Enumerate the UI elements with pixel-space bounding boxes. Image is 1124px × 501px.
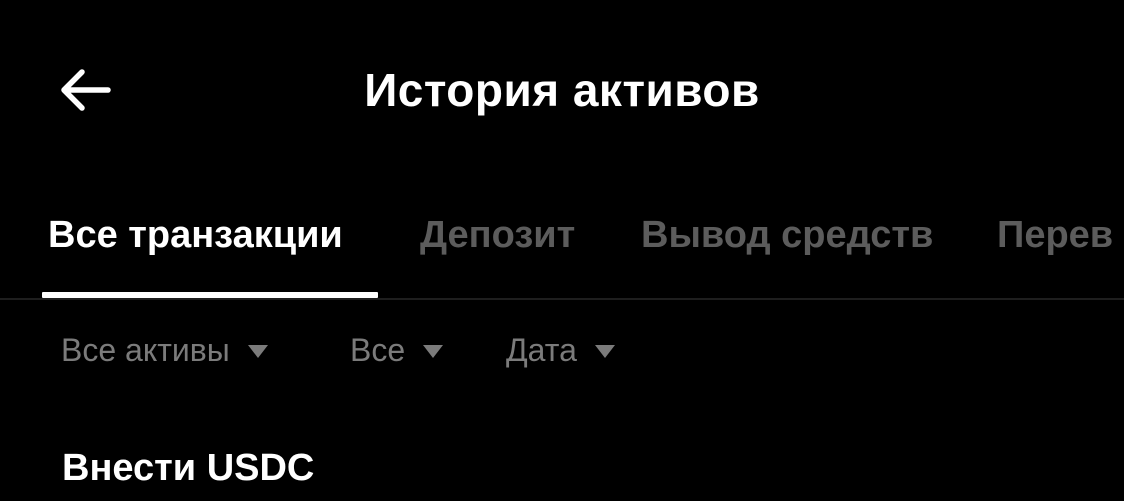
filter-all-assets[interactable]: Все активы xyxy=(61,326,268,374)
caret-down-icon xyxy=(594,344,615,358)
filter-bar: Все активы Все Дата xyxy=(0,326,1124,376)
filter-date-label: Дата xyxy=(506,331,577,368)
divider xyxy=(0,298,1124,300)
tab-withdrawal[interactable]: Вывод средств xyxy=(641,212,933,258)
tab-all-transactions[interactable]: Все транзакции xyxy=(48,212,343,258)
filter-all-types-label: Все xyxy=(350,331,406,368)
transaction-title[interactable]: Внести USDC xyxy=(62,444,314,492)
header: История активов xyxy=(0,0,1124,180)
caret-down-icon xyxy=(247,344,268,358)
filter-all-assets-label: Все активы xyxy=(61,331,230,368)
tab-bar: Все транзакции Депозит Вывод средств Пер… xyxy=(0,200,1124,300)
filter-all-types[interactable]: Все xyxy=(350,326,444,374)
tab-deposit[interactable]: Депозит xyxy=(420,212,575,258)
filter-date[interactable]: Дата xyxy=(506,326,615,374)
page-title: История активов xyxy=(364,64,760,116)
caret-down-icon xyxy=(423,344,444,358)
tab-transfer[interactable]: Перев xyxy=(997,212,1113,258)
